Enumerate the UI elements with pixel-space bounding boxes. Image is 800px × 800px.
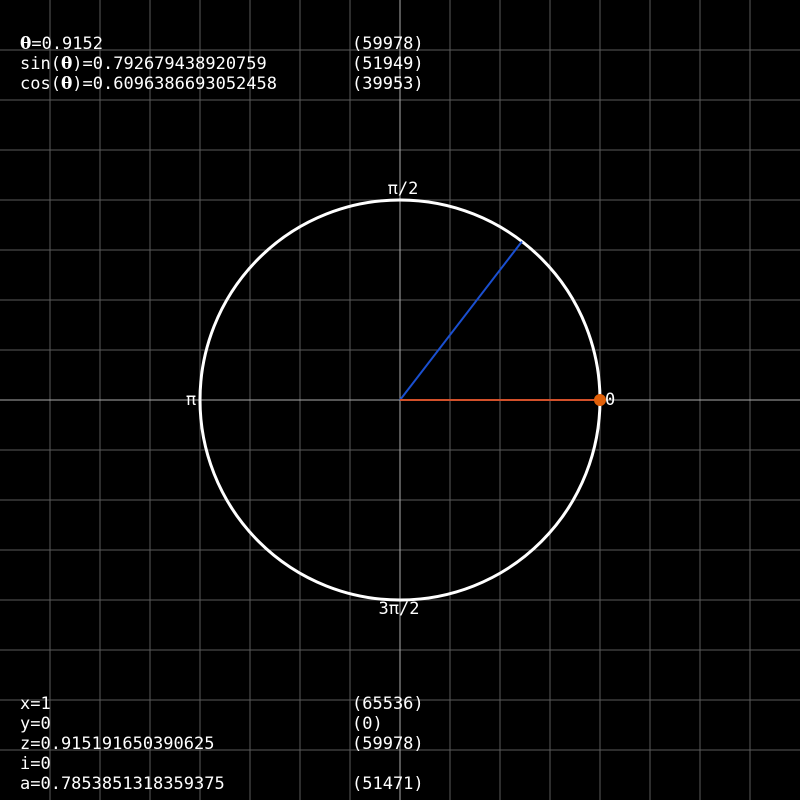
theta-value: =0.9152: [31, 34, 103, 54]
label-pi: π: [186, 390, 196, 410]
cos-theta-symbol: θ: [60, 74, 73, 94]
sin-prefix: sin(: [20, 54, 61, 74]
a-value: a=0.7853851318359375: [20, 774, 225, 794]
a-raw: (51471): [352, 774, 424, 794]
label-3pi-over-2: 3π/2: [379, 599, 420, 619]
cos-prefix: cos(: [20, 74, 61, 94]
theta-readout: θ=0.9152 (59978): [20, 34, 460, 54]
label-pi-over-2: π/2: [388, 179, 419, 199]
unit-circle-canvas: π/2 π 0 3π/2: [0, 0, 800, 800]
y-readout: y=0 (0): [20, 714, 460, 734]
z-readout: z=0.915191650390625 (59978): [20, 734, 460, 754]
sin-theta-symbol: θ: [60, 54, 73, 74]
x-value: x=1: [20, 694, 51, 714]
cos-value: )=0.6096386693052458: [72, 74, 277, 94]
a-readout: a=0.7853851318359375 (51471): [20, 774, 460, 794]
cos-readout: cos(θ)=0.6096386693052458 (39953): [20, 74, 460, 94]
i-value: i=0: [20, 754, 51, 774]
x-raw: (65536): [352, 694, 424, 714]
z-raw: (59978): [352, 734, 424, 754]
sin-readout: sin(θ)=0.792679438920759 (51949): [20, 54, 460, 74]
z-value: z=0.915191650390625: [20, 734, 215, 754]
y-value: y=0: [20, 714, 51, 734]
sin-raw: (51949): [352, 54, 424, 74]
cos-raw: (39953): [352, 74, 424, 94]
variable-readouts: x=1 (65536) y=0 (0) z=0.915191650390625 (59…: [20, 694, 460, 794]
angle-readouts: θ=0.9152 (59978) sin(θ)=0.792679438920759…: [20, 34, 460, 94]
x-readout: x=1 (65536): [20, 694, 460, 714]
theta-raw: (59978): [352, 34, 424, 54]
sin-value: )=0.792679438920759: [72, 54, 267, 74]
y-raw: (0): [352, 714, 383, 734]
label-zero: 0: [605, 390, 615, 410]
i-readout: i=0: [20, 754, 460, 774]
theta-symbol: θ: [20, 34, 32, 54]
